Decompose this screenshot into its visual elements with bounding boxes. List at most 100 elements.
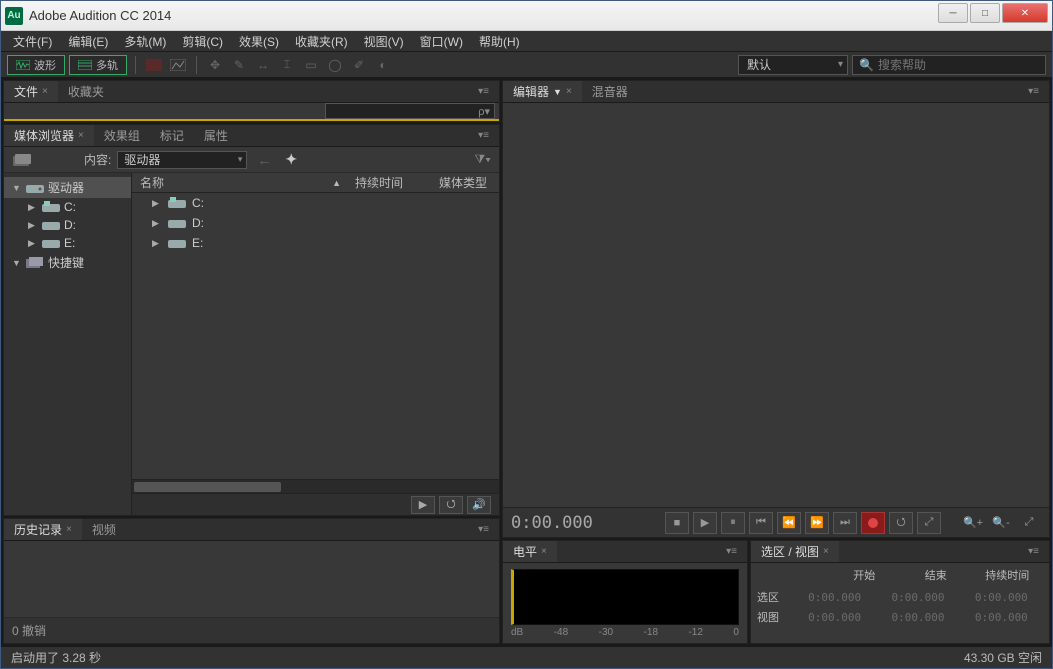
chevron-right-icon[interactable]: ▶	[152, 218, 162, 229]
menu-edit[interactable]: 编辑(E)	[60, 30, 116, 53]
lasso-tool-icon[interactable]: ◯	[325, 55, 345, 75]
tab-properties[interactable]: 属性	[194, 125, 238, 146]
chevron-right-icon[interactable]: ▶	[28, 238, 38, 249]
chevron-right-icon[interactable]: ▶	[152, 198, 162, 209]
next-button[interactable]: ⏭	[833, 512, 857, 534]
maximize-button[interactable]: □	[970, 3, 1000, 23]
tree-drives[interactable]: ▼ 驱动器	[4, 177, 131, 198]
spot-heal-icon[interactable]: ◐	[373, 55, 393, 75]
waveform-mode-button[interactable]: 波形	[7, 55, 65, 75]
marquee-tool-icon[interactable]: ▭	[301, 55, 321, 75]
zoom-in-icon[interactable]: 🔍+	[961, 512, 985, 534]
workspace-select[interactable]: 默认	[738, 55, 848, 75]
chevron-down-icon[interactable]: ▼	[12, 183, 22, 193]
nav-fwd-icon[interactable]: ✦	[281, 151, 301, 168]
tree-drive-c[interactable]: ▶ C:	[4, 198, 131, 216]
close-icon[interactable]: ×	[566, 86, 572, 97]
chevron-right-icon[interactable]: ▶	[28, 220, 38, 231]
list-item[interactable]: ▶ D:	[132, 213, 499, 233]
close-icon[interactable]: ×	[541, 546, 547, 557]
tab-markers[interactable]: 标记	[150, 125, 194, 146]
panel-menu-icon[interactable]: ▾≡	[1022, 546, 1045, 557]
sel-end[interactable]: 0:00.000	[876, 591, 959, 604]
rewind-button[interactable]: ⏪	[777, 512, 801, 534]
col-duration[interactable]: 持续时间	[349, 174, 439, 191]
menu-effects[interactable]: 效果(S)	[231, 30, 287, 53]
tab-video[interactable]: 视频	[82, 519, 126, 540]
razor-tool-icon[interactable]: ✎	[229, 55, 249, 75]
help-search[interactable]: 🔍	[852, 55, 1046, 75]
tree-drive-d[interactable]: ▶ D:	[4, 216, 131, 234]
spectral-freq-icon[interactable]	[144, 55, 164, 75]
menu-window[interactable]: 窗口(W)	[412, 30, 471, 53]
menu-view[interactable]: 视图(V)	[356, 30, 412, 53]
col-type[interactable]: 媒体类型	[439, 174, 499, 191]
close-icon[interactable]: ×	[78, 130, 84, 141]
skip-selection-button[interactable]: ⤢	[917, 512, 941, 534]
close-icon[interactable]: ×	[66, 524, 72, 535]
close-icon[interactable]: ×	[823, 546, 829, 557]
menu-multitrack[interactable]: 多轨(M)	[116, 30, 174, 53]
content-select[interactable]: 驱动器	[117, 151, 247, 169]
move-tool-icon[interactable]: ✥	[205, 55, 225, 75]
panel-menu-icon[interactable]: ▾≡	[472, 524, 495, 535]
slip-tool-icon[interactable]: ↔	[253, 55, 273, 75]
multitrack-mode-button[interactable]: 多轨	[69, 55, 127, 75]
horizontal-scrollbar[interactable]	[132, 479, 499, 493]
autoplay-button[interactable]: ⭯	[439, 496, 463, 514]
play-button[interactable]: ▶	[693, 512, 717, 534]
editor-canvas[interactable]	[503, 103, 1049, 507]
view-dur[interactable]: 0:00.000	[960, 611, 1043, 624]
tab-selection-view[interactable]: 选区 / 视图×	[751, 541, 839, 562]
tab-files[interactable]: 文件×	[4, 81, 58, 102]
panel-menu-icon[interactable]: ▾≡	[472, 130, 495, 141]
record-button[interactable]	[861, 512, 885, 534]
play-preview-button[interactable]: ▶	[411, 496, 435, 514]
list-item[interactable]: ▶ C:	[132, 193, 499, 213]
menu-favorites[interactable]: 收藏夹(R)	[287, 30, 356, 53]
zoom-out-icon[interactable]: 🔍-	[989, 512, 1013, 534]
view-end[interactable]: 0:00.000	[876, 611, 959, 624]
panel-menu-icon[interactable]: ▾≡	[472, 86, 495, 97]
nav-back-icon[interactable]: ←	[253, 152, 275, 168]
filter-icon[interactable]: ⧩▾	[474, 152, 491, 167]
col-name[interactable]: 名称▲	[132, 174, 349, 191]
zoom-full-icon[interactable]: ⤢	[1017, 512, 1041, 534]
editor-dropdown-icon[interactable]: ▼	[553, 87, 562, 97]
loop-button[interactable]: 🔊	[467, 496, 491, 514]
tree-drive-e[interactable]: ▶ E:	[4, 234, 131, 252]
sel-start[interactable]: 0:00.000	[793, 591, 876, 604]
close-icon[interactable]: ×	[42, 86, 48, 97]
loop-button[interactable]: ⭯	[889, 512, 913, 534]
ffwd-button[interactable]: ⏩	[805, 512, 829, 534]
tab-media-browser[interactable]: 媒体浏览器×	[4, 125, 94, 146]
tab-levels[interactable]: 电平×	[503, 541, 557, 562]
tab-favorites[interactable]: 收藏夹	[58, 81, 114, 102]
prev-button[interactable]: ⏮	[749, 512, 773, 534]
close-button[interactable]: ✕	[1002, 3, 1048, 23]
list-item[interactable]: ▶ E:	[132, 233, 499, 253]
panel-menu-icon[interactable]: ▾≡	[1022, 86, 1045, 97]
menu-clip[interactable]: 剪辑(C)	[174, 30, 231, 53]
tab-effects-rack[interactable]: 效果组	[94, 125, 150, 146]
time-select-icon[interactable]: ⌶	[277, 55, 297, 75]
stop-button[interactable]: ■	[665, 512, 689, 534]
shortcut-icon[interactable]	[12, 152, 32, 168]
tab-mixer[interactable]: 混音器	[582, 81, 638, 102]
help-search-input[interactable]	[878, 58, 1039, 72]
tab-history[interactable]: 历史记录×	[4, 519, 82, 540]
tab-editor[interactable]: 编辑器 ▼ ×	[503, 81, 582, 102]
view-start[interactable]: 0:00.000	[793, 611, 876, 624]
chevron-right-icon[interactable]: ▶	[152, 238, 162, 249]
pause-button[interactable]: ⏸	[721, 512, 745, 534]
panel-menu-icon[interactable]: ▾≡	[720, 546, 743, 557]
menu-file[interactable]: 文件(F)	[5, 30, 60, 53]
minimize-button[interactable]: ─	[938, 3, 968, 23]
timecode-display[interactable]: 0:00.000	[511, 513, 593, 533]
sel-dur[interactable]: 0:00.000	[960, 591, 1043, 604]
tree-shortcuts[interactable]: ▼ 快捷键	[4, 252, 131, 273]
files-filter-input[interactable]: ρ▾	[325, 103, 495, 119]
brush-tool-icon[interactable]: ✐	[349, 55, 369, 75]
chevron-down-icon[interactable]: ▼	[12, 258, 22, 268]
chevron-right-icon[interactable]: ▶	[28, 202, 38, 213]
